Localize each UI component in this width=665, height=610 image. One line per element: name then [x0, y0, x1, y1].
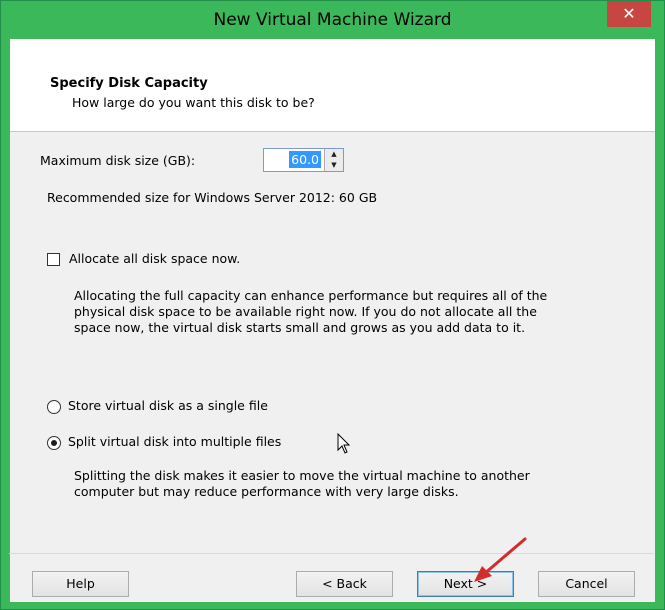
multiple-files-label[interactable]: Split virtual disk into multiple files	[68, 434, 281, 449]
allocate-description-line: space now, the virtual disk starts small…	[74, 320, 526, 335]
back-button[interactable]: < Back	[296, 571, 393, 597]
footer-divider	[9, 553, 654, 554]
disk-size-input[interactable]: 60.0	[289, 151, 321, 168]
cancel-button[interactable]: Cancel	[538, 571, 635, 597]
recommended-size-text: Recommended size for Windows Server 2012…	[47, 190, 378, 205]
single-file-label[interactable]: Store virtual disk as a single file	[68, 398, 268, 413]
split-description-line: computer but may reduce performance with…	[74, 484, 459, 499]
radio-selected-dot	[51, 440, 57, 446]
allocate-description-line: physical disk space to be available righ…	[74, 304, 537, 319]
split-description: Splitting the disk makes it easier to mo…	[74, 468, 530, 500]
allocate-description-line: Allocating the full capacity can enhance…	[74, 288, 548, 303]
spinner-down-button[interactable]: ▼	[325, 160, 343, 171]
allocate-description: Allocating the full capacity can enhance…	[74, 288, 547, 336]
split-description-line: Splitting the disk makes it easier to mo…	[74, 468, 530, 483]
close-button[interactable]: ✕	[607, 1, 651, 27]
title-bar[interactable]: New Virtual Machine Wizard ✕	[1, 1, 664, 39]
page-title: Specify Disk Capacity	[50, 76, 208, 91]
wizard-header: Specify Disk Capacity How large do you w…	[10, 39, 655, 132]
spinner-buttons: ▲ ▼	[324, 149, 343, 171]
page-subtitle: How large do you want this disk to be?	[72, 95, 315, 110]
radio-multiple-files[interactable]	[47, 436, 61, 450]
mouse-cursor-icon	[337, 433, 351, 454]
close-icon: ✕	[622, 4, 636, 23]
allocate-label[interactable]: Allocate all disk space now.	[69, 251, 240, 266]
window-title: New Virtual Machine Wizard	[213, 10, 452, 30]
allocate-checkbox[interactable]	[47, 253, 60, 266]
radio-single-file[interactable]	[47, 400, 61, 414]
disk-size-spinner[interactable]: 60.0 ▲ ▼	[263, 148, 344, 172]
red-arrow-annotation-icon	[474, 537, 527, 582]
help-button[interactable]: Help	[32, 571, 129, 597]
disk-size-label: Maximum disk size (GB):	[40, 153, 196, 168]
